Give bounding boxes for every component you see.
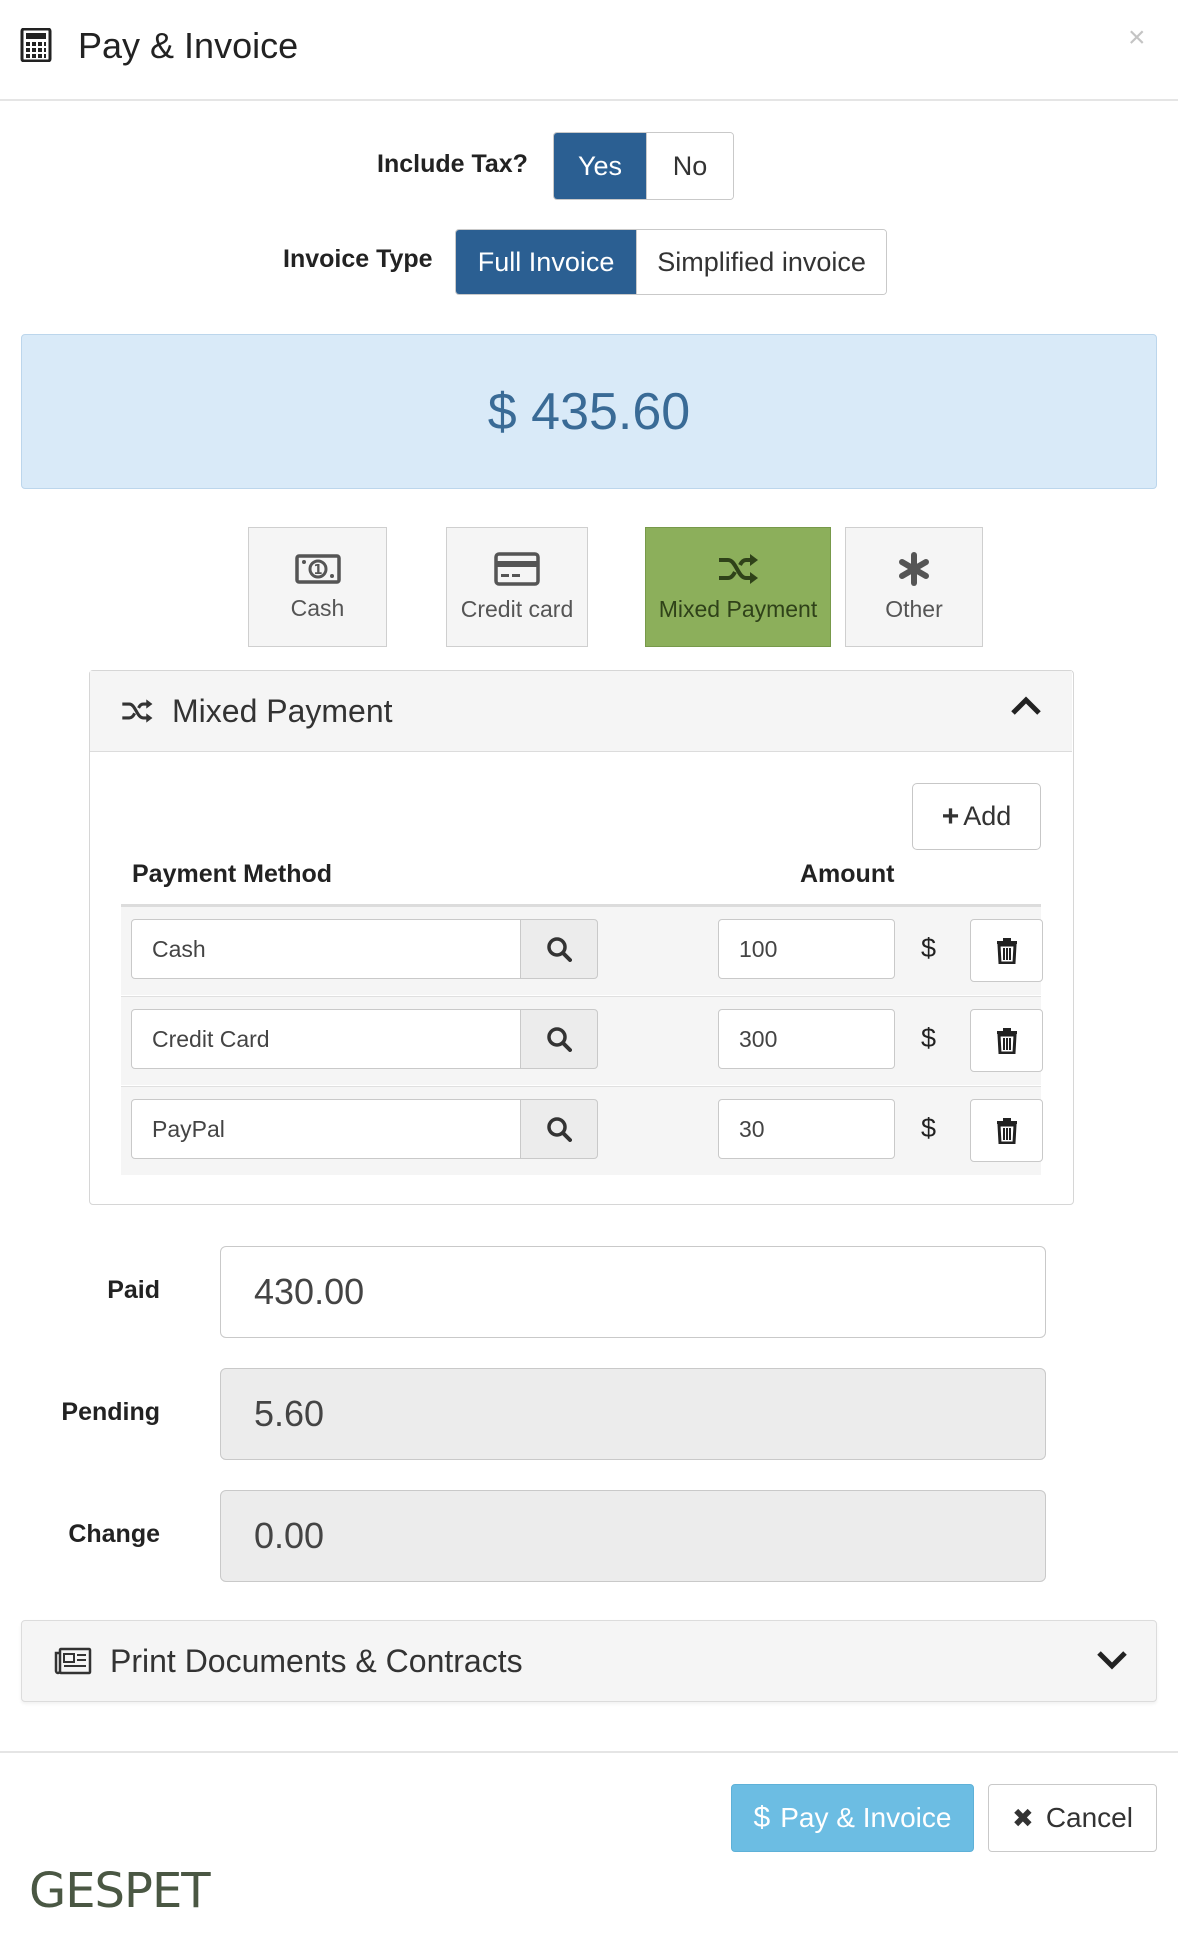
payment-row: Cash 100 $	[121, 907, 1043, 995]
delete-row-button[interactable]	[970, 1009, 1043, 1072]
gespet-logo: GESPET	[29, 1863, 211, 1919]
payment-amount-input[interactable]: 300	[718, 1009, 895, 1069]
banknote-icon: 1	[294, 553, 341, 584]
pay-and-invoice-label: Pay & Invoice	[780, 1802, 952, 1833]
invoice-type-label: Invoice Type	[283, 245, 433, 273]
invoice-type-toggle: Full Invoice Simplified invoice	[455, 229, 887, 295]
payment-type-cash-label: Cash	[290, 594, 345, 621]
payment-method-input[interactable]: PayPal	[131, 1099, 521, 1159]
trash-icon	[996, 937, 1017, 964]
total-amount: $ 435.60	[487, 382, 691, 441]
search-icon	[547, 937, 572, 962]
payment-amount-input[interactable]: 30	[718, 1099, 895, 1159]
payment-type-mixed-label: Mixed Payment	[658, 595, 818, 622]
delete-row-button[interactable]	[970, 1099, 1043, 1162]
chevron-up-icon[interactable]	[1010, 695, 1042, 717]
search-button[interactable]	[520, 1099, 598, 1159]
payment-amount-input[interactable]: 100	[718, 919, 895, 979]
close-icon[interactable]: ×	[1128, 20, 1146, 56]
payment-type-other-label: Other	[885, 595, 943, 622]
chevron-down-icon	[1097, 1651, 1127, 1670]
payment-method-column-header: Payment Method	[132, 860, 333, 888]
plus-icon: +	[941, 799, 960, 833]
shuffle-icon	[719, 553, 758, 584]
newspaper-icon	[54, 1647, 92, 1675]
payment-row: Credit Card 300 $	[121, 997, 1043, 1085]
include-tax-label: Include Tax?	[377, 150, 528, 178]
pending-field: 5.60	[220, 1368, 1046, 1460]
payment-type-credit-card[interactable]: Credit card	[446, 527, 588, 647]
asterisk-icon	[899, 551, 929, 586]
search-button[interactable]	[520, 919, 598, 979]
mixed-payment-panel: Mixed Payment + Add Payment Method Amoun…	[89, 670, 1074, 1205]
cancel-button[interactable]: ✖ Cancel	[988, 1784, 1157, 1852]
svg-text:1: 1	[313, 563, 322, 578]
amount-column-header: Amount	[800, 860, 895, 888]
payment-type-credit-card-label: Credit card	[460, 595, 574, 622]
payment-method-input[interactable]: Cash	[131, 919, 521, 979]
search-icon	[547, 1027, 572, 1052]
print-documents-panel[interactable]: Print Documents & Contracts	[21, 1620, 1157, 1702]
search-button[interactable]	[520, 1009, 598, 1069]
paid-input[interactable]: 430.00	[220, 1246, 1046, 1338]
currency-symbol: $	[921, 933, 937, 963]
modal-header: Pay & Invoice ×	[0, 0, 1178, 101]
credit-card-icon	[494, 551, 540, 586]
calculator-icon	[20, 28, 52, 62]
payment-type-mixed[interactable]: Mixed Payment	[645, 527, 831, 647]
mixed-payment-panel-title: Mixed Payment	[172, 693, 393, 729]
change-label: Change	[68, 1520, 160, 1548]
trash-icon	[996, 1027, 1017, 1054]
currency-symbol: $	[921, 1023, 937, 1053]
include-tax-no[interactable]: No	[645, 133, 733, 199]
include-tax-toggle: Yes No	[553, 132, 734, 200]
mixed-payment-panel-header[interactable]: Mixed Payment	[90, 671, 1072, 752]
change-field: 0.00	[220, 1490, 1046, 1582]
print-documents-title: Print Documents & Contracts	[110, 1643, 523, 1679]
paid-label: Paid	[107, 1276, 160, 1304]
close-icon: ✖	[1012, 1802, 1034, 1833]
payment-type-other[interactable]: Other	[845, 527, 983, 647]
trash-icon	[996, 1117, 1017, 1144]
invoice-type-full[interactable]: Full Invoice	[456, 230, 637, 294]
cancel-label: Cancel	[1045, 1802, 1133, 1833]
include-tax-yes[interactable]: Yes	[554, 133, 646, 199]
pending-label: Pending	[61, 1398, 160, 1426]
payment-row: PayPal 30 $	[121, 1087, 1043, 1175]
currency-symbol: $	[921, 1113, 937, 1143]
pay-and-invoice-button[interactable]: $ Pay & Invoice	[731, 1784, 974, 1852]
payment-method-input[interactable]: Credit Card	[131, 1009, 521, 1069]
total-amount-box: $ 435.60	[21, 334, 1157, 489]
shuffle-icon	[122, 699, 153, 723]
delete-row-button[interactable]	[970, 919, 1043, 982]
add-payment-label: Add	[963, 801, 1012, 831]
footer-divider	[0, 1751, 1178, 1753]
add-payment-button[interactable]: + Add	[912, 783, 1041, 850]
payment-type-cash[interactable]: 1 Cash	[248, 527, 387, 647]
invoice-type-simplified[interactable]: Simplified invoice	[636, 230, 886, 294]
search-icon	[547, 1117, 572, 1142]
dollar-icon: $	[753, 1801, 771, 1834]
modal-title: Pay & Invoice	[78, 25, 299, 66]
